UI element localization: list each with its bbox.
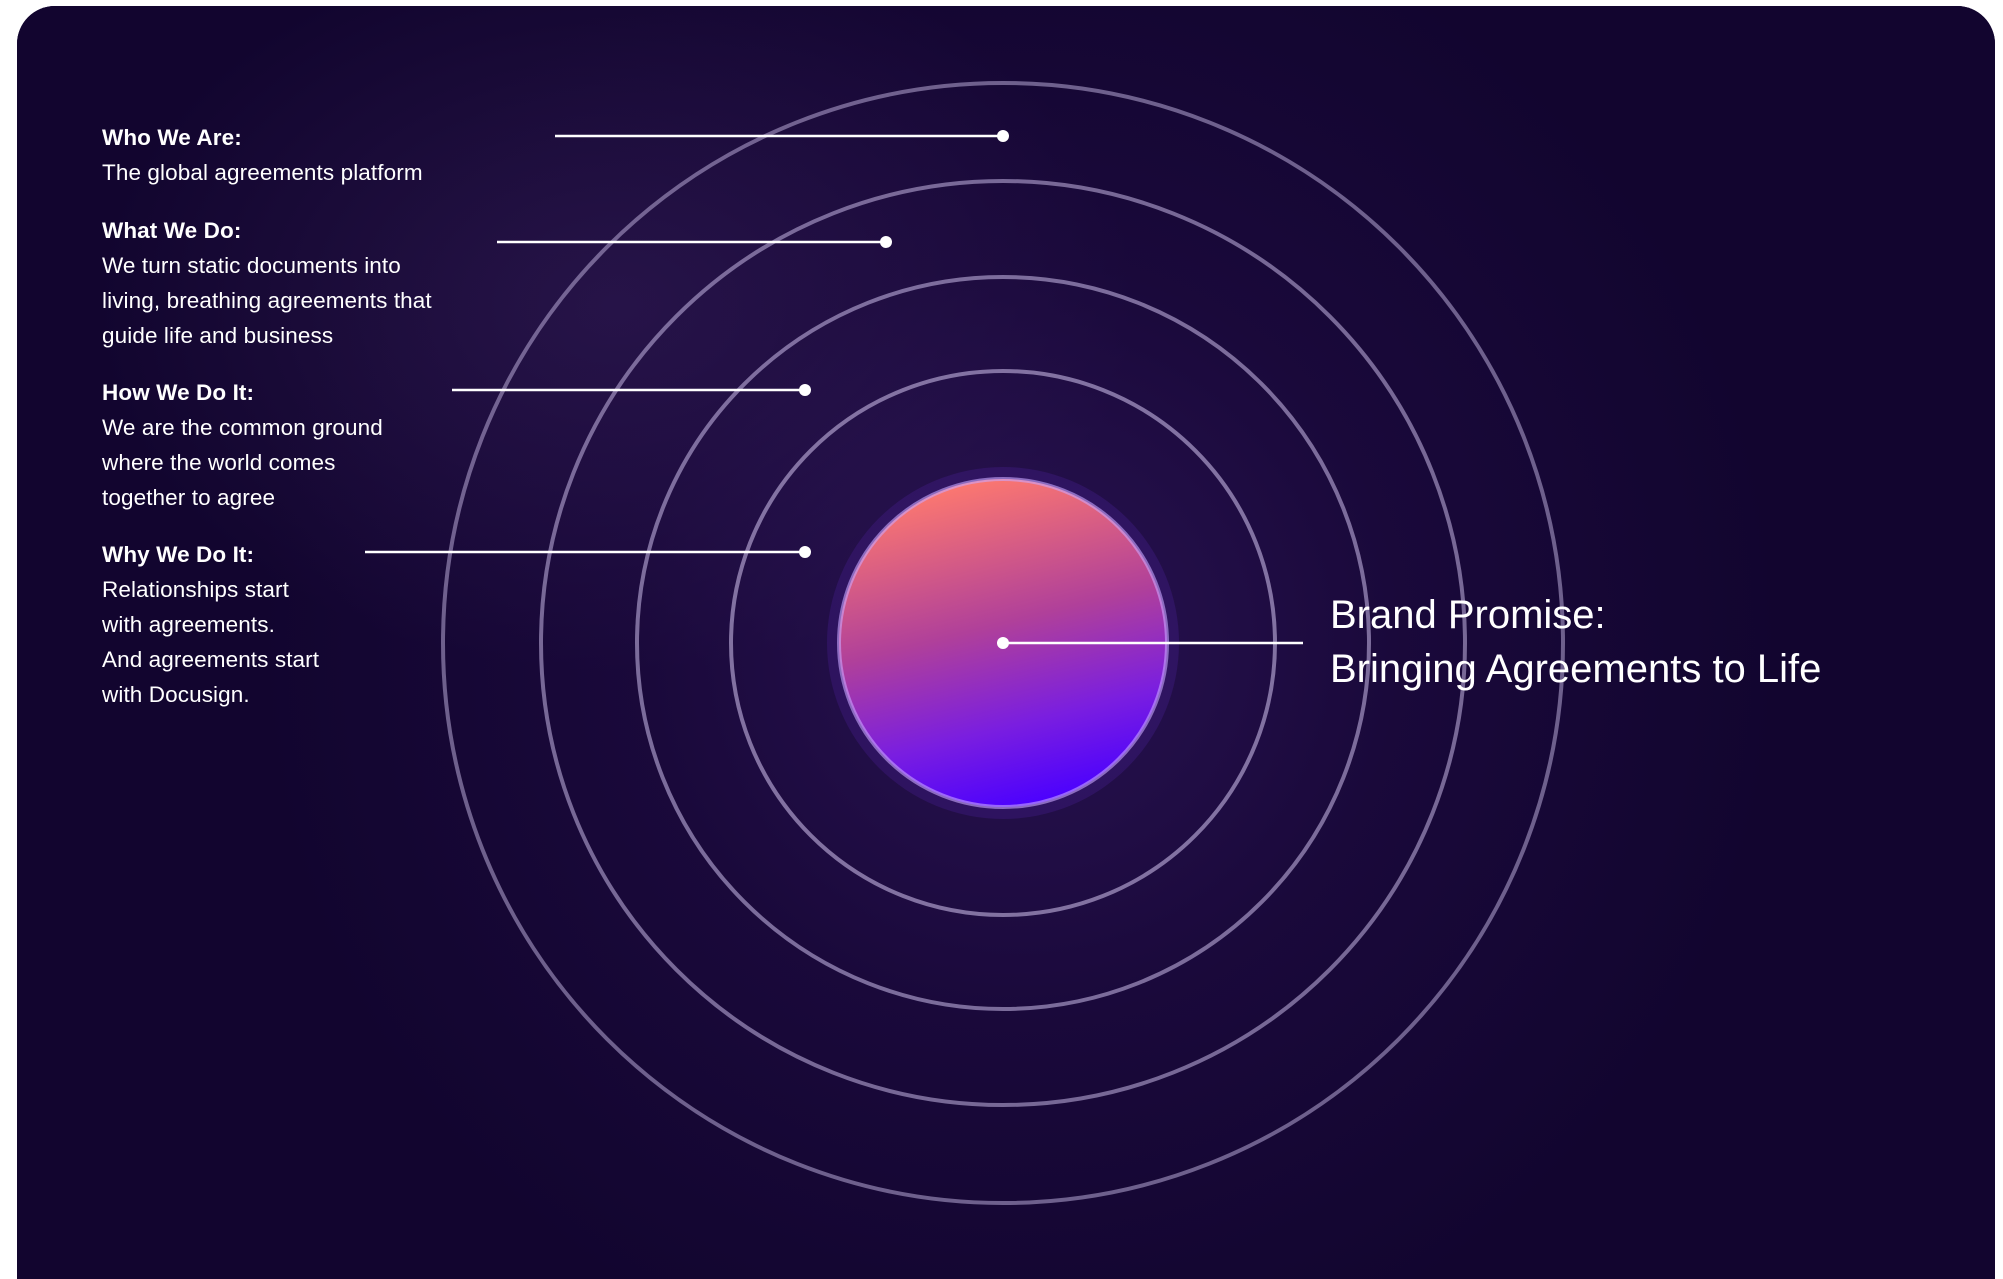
dot-why-we-do-it — [799, 546, 811, 558]
layer-how-we-do-it: How We Do It: We are the common ground w… — [102, 375, 383, 515]
dot-who-we-are — [997, 130, 1009, 142]
brand-promise-title: Brand Promise: — [1330, 593, 1606, 637]
dot-how-we-do-it — [799, 384, 811, 396]
brand-promise-statement: Bringing Agreements to Life — [1330, 647, 1822, 691]
dot-brand-promise — [997, 637, 1009, 649]
layer-description: We are the common ground where the world… — [102, 415, 383, 510]
layer-why-we-do-it: Why We Do It: Relationships start with a… — [102, 537, 319, 712]
layer-description: We turn static documents into living, br… — [102, 253, 432, 348]
layer-heading: Who We Are: — [102, 125, 242, 150]
brand-promise: Brand Promise: Bringing Agreements to Li… — [1330, 588, 1821, 696]
dot-what-we-do — [880, 236, 892, 248]
layer-heading: How We Do It: — [102, 380, 255, 405]
layer-heading: What We Do: — [102, 218, 242, 243]
layer-description: The global agreements platform — [102, 160, 423, 185]
layer-description: Relationships start with agreements. And… — [102, 577, 320, 707]
layer-heading: Why We Do It: — [102, 542, 255, 567]
layer-what-we-do: What We Do: We turn static documents int… — [102, 213, 432, 353]
layer-who-we-are: Who We Are: The global agreements platfo… — [102, 120, 423, 190]
